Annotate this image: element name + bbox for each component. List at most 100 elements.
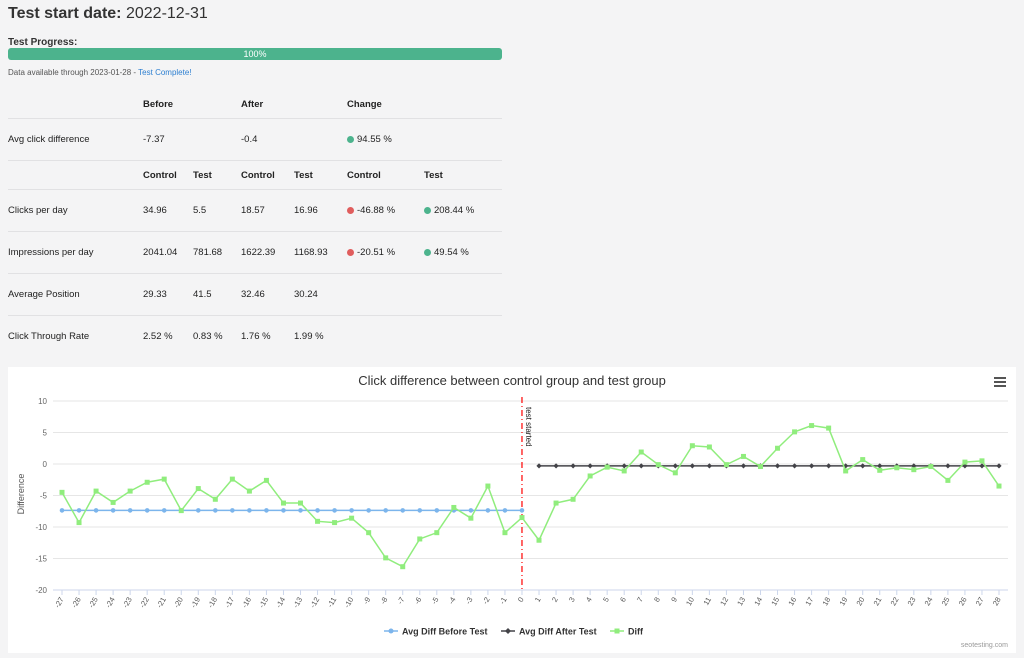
x-tick-label: -5 (429, 596, 440, 606)
diff-point (775, 445, 781, 451)
x-tick-label: -3 (463, 596, 474, 606)
avg-before-point (127, 508, 133, 513)
diff-point (877, 467, 883, 473)
x-tick-label: 14 (752, 596, 764, 608)
y-tick-label: -5 (40, 492, 48, 501)
diff-point (996, 483, 1002, 489)
avg-before-point (468, 508, 474, 513)
row-label: Average Position (8, 273, 143, 316)
x-tick-label: -1 (498, 596, 509, 606)
change-value: -46.88 % (357, 205, 396, 216)
diff-point (689, 443, 695, 449)
x-tick-label: -14 (274, 596, 287, 610)
x-tick-label: 26 (957, 596, 969, 608)
y-tick-label: -15 (35, 555, 47, 564)
diff-line (61, 424, 1000, 568)
avg-before-point (161, 508, 167, 513)
diff-point (962, 459, 968, 465)
header-change: Change (347, 90, 502, 119)
x-tick-label: -9 (361, 596, 372, 606)
avg-after: -0.4 (241, 118, 347, 161)
x-tick-label: 3 (567, 596, 577, 604)
avg-before-point (502, 508, 508, 513)
plot-area: test started (59, 397, 1002, 590)
diff-point (451, 504, 457, 510)
diff-point (809, 423, 815, 429)
cell-value: 781.68 (193, 231, 241, 274)
x-tick-label: 23 (906, 596, 918, 608)
diff-point (417, 536, 423, 542)
avg-before-point (298, 508, 303, 513)
change-value: 49.54 % (434, 247, 469, 258)
diff-point (502, 530, 508, 536)
positive-dot-icon (424, 249, 431, 256)
x-tick-label: 12 (718, 596, 730, 608)
cell-value: 41.5 (193, 273, 241, 316)
change-test: 49.54 % (424, 231, 502, 274)
avg-before-point (434, 508, 440, 513)
diff-point (621, 468, 627, 474)
x-tick-label: 7 (635, 596, 645, 604)
avg-before-point (315, 508, 320, 513)
diff-point (860, 457, 866, 463)
x-tick-label: -18 (206, 596, 219, 610)
diff-point (127, 488, 133, 494)
diff-point (93, 488, 99, 494)
diff-point (400, 564, 406, 570)
avg-before-point (110, 508, 116, 513)
test-started-label: test started (524, 407, 533, 447)
cell-value: 2041.04 (143, 231, 193, 274)
row-label: Impressions per day (8, 231, 143, 274)
test-start-label: Test start date: (8, 5, 122, 22)
table-row: Impressions per day 2041.04 781.68 1622.… (8, 231, 502, 274)
diff-point (280, 500, 286, 506)
negative-dot-icon (347, 207, 354, 214)
x-tick-label: -10 (342, 596, 355, 610)
x-tick-label: 4 (584, 596, 594, 604)
legend-label: Avg Diff Before Test (402, 627, 488, 637)
menu-icon[interactable] (994, 377, 1006, 387)
x-tick-label: -21 (155, 596, 168, 610)
x-tick-label: 24 (923, 596, 935, 608)
x-tick-label: 2 (550, 596, 560, 604)
diff-point (229, 476, 235, 482)
cell-value: 5.5 (193, 189, 241, 232)
positive-dot-icon (424, 207, 431, 214)
test-start-heading: Test start date: 2022-12-31 (8, 5, 208, 23)
x-tick-label: 8 (652, 596, 662, 604)
availability-note: Data available through 2023-01-28 - Test… (8, 68, 192, 77)
diff-point (894, 465, 900, 471)
diff-point (315, 518, 321, 524)
diff-point (706, 444, 712, 450)
progress-bar: 100% (8, 48, 502, 60)
subheader-before-test: Test (193, 160, 241, 190)
avg-before-point (264, 508, 269, 513)
diff-point (911, 467, 917, 473)
diff-point (792, 429, 798, 435)
x-tick-label: 0 (516, 596, 526, 604)
y-tick-label: 0 (43, 460, 48, 469)
x-tick-label: -19 (189, 596, 202, 610)
change-value: 208.44 % (434, 205, 475, 216)
table-row: Clicks per day 34.96 5.5 18.57 16.96 -46… (8, 189, 502, 232)
stats-table: Before After Change Avg click difference… (8, 90, 502, 357)
change-control: -46.88 % (347, 189, 424, 232)
diff-point (110, 499, 116, 505)
legend-marker (614, 628, 620, 634)
avg-before: -7.37 (143, 118, 241, 161)
chart-credit[interactable]: seotesting.com (961, 642, 1008, 649)
x-tick-label: -11 (325, 596, 338, 609)
x-axis: -27 -26 -25 -24 -23 -22 -21 -20 -19 -18 -17 -16 -15-… (53, 589, 1008, 610)
x-tick-label: 25 (940, 596, 952, 608)
negative-dot-icon (347, 249, 354, 256)
legend[interactable]: Avg Diff Before Test Avg Diff After Test D… (384, 627, 644, 637)
x-tick-label: 27 (974, 596, 986, 608)
cell-value: 1.76 % (241, 331, 271, 342)
diff-point (553, 500, 559, 506)
table-row: Average Position 29.33 41.5 32.46 30.24 (8, 273, 502, 316)
legend-label: Diff (628, 627, 644, 637)
x-tick-label: 21 (872, 596, 884, 608)
test-complete-link[interactable]: Test Complete! (138, 68, 191, 77)
cell-value: 0.83 % (193, 331, 223, 342)
x-tick-label: -23 (121, 596, 134, 610)
